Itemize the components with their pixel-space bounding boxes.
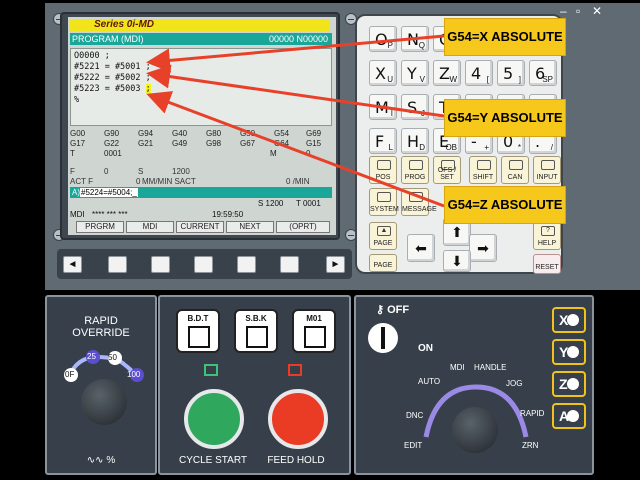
axis-icon [567,410,579,422]
arrow-z-line [146,91,445,208]
mode-selector-dial[interactable] [452,407,498,453]
key-switch[interactable] [368,323,398,353]
callout-z-absolute: G54=Z ABSOLUTE [444,186,566,224]
cnc-control-screen: – ▫ ✕ Series 0i-MD PROGRAM (MDI) 00000 N… [0,0,640,480]
axis-x-button[interactable]: X [552,307,586,333]
key-icon [381,327,385,349]
override-label: 100 [127,370,141,379]
block-delete-icon [188,326,210,348]
override-label: 0F [65,370,75,379]
key-on-label: ON [418,343,433,354]
cycle-start-label: CYCLE START [179,455,247,466]
feed-hold-lamp [288,364,302,376]
arrow-y-line [146,64,445,118]
rapid-override-panel: RAPID OVERRIDE 0F 25 50 100 ∿∿ % [45,295,157,475]
callout-x-absolute: G54=X ABSOLUTE [444,18,566,56]
optional-stop-icon [304,326,326,348]
feed-hold-button[interactable] [268,389,328,449]
axis-y-button[interactable]: Y [552,339,586,365]
mode-zrn[interactable]: ZRN [522,441,538,450]
callout-y-absolute: G54=Y ABSOLUTE [444,99,566,137]
override-label: 50 [108,353,117,362]
feed-hold-label: FEED HOLD [267,455,325,466]
axis-icon [567,378,579,390]
axis-a-button[interactable]: A [552,403,586,429]
mode-handle[interactable]: HANDLE [474,363,506,372]
cycle-panel: B.D.T S.B.K M01 CYCLE START FEED HOLD [158,295,351,475]
cycle-start-lamp [204,364,218,376]
cycle-start-button[interactable] [184,389,244,449]
axis-icon [567,314,579,326]
single-block-icon [246,326,268,348]
override-label: 25 [87,352,96,361]
mode-rapid[interactable]: RAPID [520,409,544,418]
block-delete-button[interactable]: B.D.T [176,309,220,353]
axis-z-button[interactable]: Z [552,371,586,397]
optional-stop-button[interactable]: M01 [292,309,336,353]
mode-dnc[interactable]: DNC [406,411,423,420]
key-off-label: ⚷ OFF [376,304,410,316]
axis-icon [567,346,579,358]
mode-edit[interactable]: EDIT [404,441,422,450]
mode-jog[interactable]: JOG [506,379,522,388]
override-unit: ∿∿ % [86,455,116,466]
mode-mdi[interactable]: MDI [450,363,465,372]
single-block-button[interactable]: S.B.K [234,309,278,353]
rapid-override-dial[interactable] [81,379,127,425]
arrow-x-line [146,34,445,73]
mode-auto[interactable]: AUTO [418,377,440,386]
mode-panel: ⚷ OFF ON AUTO MDI HANDLE JOG DNC EDIT RA… [354,295,594,475]
